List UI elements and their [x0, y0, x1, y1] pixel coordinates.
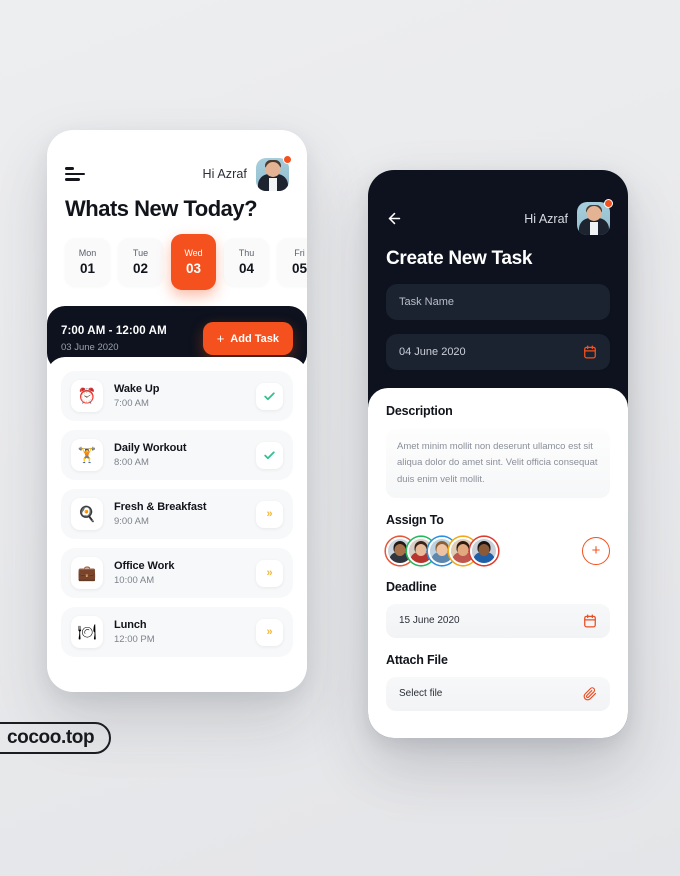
task-time: 12:00 PM	[114, 634, 155, 645]
home-greeting: Hi Azraf	[202, 167, 247, 181]
add-assignee-button[interactable]: +	[582, 536, 610, 565]
day-name: Thu	[238, 248, 255, 258]
workout-icon: 🏋	[71, 439, 103, 471]
deadline-label: Deadline	[386, 579, 437, 594]
back-arrow-icon[interactable]	[386, 210, 403, 227]
add-task-label: Add Task	[230, 332, 279, 345]
start-date-value: 04 June 2020	[399, 346, 466, 358]
task-time: 7:00 AM	[114, 398, 149, 409]
deadline-input[interactable]: 15 June 2020	[386, 603, 610, 638]
day-pill-thu[interactable]: Thu 04	[224, 238, 269, 286]
task-status-done-icon[interactable]	[256, 382, 283, 410]
task-status-pending-icon[interactable]: »	[256, 618, 283, 646]
task-row[interactable]: 🏋 Daily Workout 8:00 AM	[61, 430, 293, 480]
task-time: 8:00 AM	[114, 457, 149, 468]
day-name: Tue	[132, 248, 149, 258]
attach-file-value: Select file	[399, 688, 443, 700]
day-number: 05	[291, 261, 307, 276]
day-pill-mon[interactable]: Mon 01	[65, 238, 110, 286]
task-name: Office Work	[114, 560, 175, 572]
day-name: Mon	[78, 248, 97, 258]
add-task-button[interactable]: + Add Task	[202, 322, 293, 355]
notification-dot	[283, 154, 292, 164]
description-textarea[interactable]: Amet minim mollit non deserunt ullamco e…	[386, 429, 610, 498]
deadline-value: 15 June 2020	[399, 615, 460, 627]
task-name: Lunch	[114, 619, 147, 631]
day-selector: Mon 01 Tue 02 Wed 03 Thu 04 Fri 05	[47, 222, 307, 290]
start-date-input[interactable]: 04 June 2020	[386, 334, 610, 370]
task-status-pending-icon[interactable]: »	[256, 559, 283, 587]
task-list: ⏰ Wake Up 7:00 AM 🏋 Daily Workout 8:00 A…	[47, 357, 307, 669]
task-status-pending-icon[interactable]: »	[256, 500, 283, 528]
paperclip-icon[interactable]	[583, 687, 597, 701]
task-name: Wake Up	[114, 383, 160, 395]
watermark-text: cocoo.top	[7, 727, 95, 748]
day-pill-tue[interactable]: Tue 02	[118, 238, 163, 286]
task-meta: Office Work 10:00 AM	[114, 560, 245, 586]
lunch-icon: 🍽	[71, 616, 103, 648]
description-label: Description	[386, 404, 453, 418]
summary-date: 03 June 2020	[61, 341, 119, 353]
page-title: Whats New Today?	[65, 196, 258, 221]
summary-hours: 7:00 AM - 12:00 AM	[61, 324, 167, 337]
assignee-row: +	[386, 536, 610, 565]
briefcase-icon: 💼	[71, 557, 103, 589]
task-row[interactable]: 🍽 Lunch 12:00 PM »	[61, 607, 293, 657]
create-form-sheet: Description Amet minim mollit non deseru…	[368, 388, 628, 738]
task-time: 10:00 AM	[114, 575, 155, 586]
task-meta: Fresh & Breakfast 9:00 AM	[114, 501, 245, 527]
hamburger-menu-icon[interactable]	[65, 167, 87, 181]
notification-dot	[604, 199, 613, 208]
task-status-done-icon[interactable]	[256, 441, 283, 469]
task-row[interactable]: 🍳 Fresh & Breakfast 9:00 AM »	[61, 489, 293, 539]
task-row[interactable]: 💼 Office Work 10:00 AM »	[61, 548, 293, 598]
assignee-avatars	[386, 536, 498, 565]
task-meta: Wake Up 7:00 AM	[114, 383, 245, 409]
create-greeting: Hi Azraf	[524, 211, 568, 226]
create-page-title: Create New Task	[386, 248, 533, 269]
task-meta: Lunch 12:00 PM	[114, 619, 245, 645]
home-screen-phone: Hi Azraf Whats New Today? Mon 01 Tue 02 …	[47, 130, 307, 692]
attach-file-label: Attach File	[386, 652, 448, 667]
create-task-phone: Hi Azraf Create New Task Task Name 04 Ju…	[368, 170, 628, 738]
day-name: Wed	[184, 248, 203, 258]
day-number: 04	[238, 261, 255, 276]
breakfast-icon: 🍳	[71, 498, 103, 530]
create-top-bar: Hi Azraf	[368, 170, 628, 235]
avatar[interactable]	[577, 199, 613, 235]
calendar-icon[interactable]	[583, 614, 597, 628]
day-number: 03	[185, 261, 202, 276]
attach-file-input[interactable]: Select file	[386, 676, 610, 711]
task-name: Fresh & Breakfast	[114, 501, 207, 513]
plus-icon: +	[216, 331, 225, 346]
day-number: 02	[132, 261, 149, 276]
assignee-avatar-5[interactable]	[470, 536, 498, 565]
home-top-bar: Hi Azraf	[47, 130, 307, 192]
calendar-icon[interactable]	[583, 345, 597, 359]
day-number: 01	[79, 261, 96, 276]
alarm-clock-icon: ⏰	[71, 380, 103, 412]
watermark-badge: cocoo.top	[0, 722, 112, 754]
task-time: 9:00 AM	[114, 516, 149, 527]
assign-to-label: Assign To	[386, 512, 444, 527]
avatar[interactable]	[256, 154, 292, 191]
task-row[interactable]: ⏰ Wake Up 7:00 AM	[61, 371, 293, 421]
task-name: Daily Workout	[114, 442, 187, 454]
summary-text-group: 7:00 AM - 12:00 AM 03 June 2020	[61, 325, 167, 353]
task-meta: Daily Workout 8:00 AM	[114, 442, 245, 468]
task-name-placeholder: Task Name	[399, 296, 455, 308]
task-name-input[interactable]: Task Name	[386, 284, 610, 320]
day-pill-wed-selected[interactable]: Wed 03	[171, 234, 216, 290]
day-pill-fri[interactable]: Fri 05	[277, 238, 307, 286]
day-name: Fri	[294, 248, 305, 258]
